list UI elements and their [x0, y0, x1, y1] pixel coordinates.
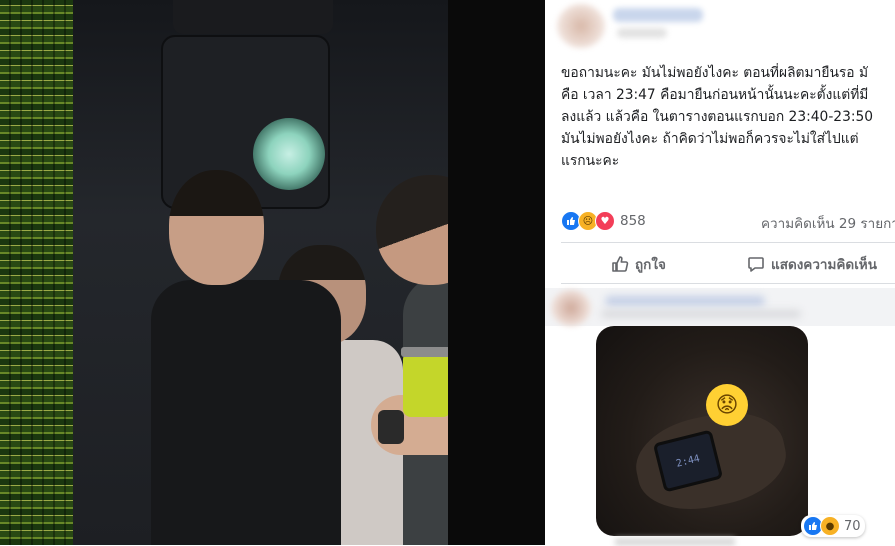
like-label: ถูกใจ [635, 257, 666, 273]
comment-bubble [545, 288, 895, 326]
comment-button[interactable]: แสดงความคิดเห็น [747, 253, 877, 275]
person-left-head [169, 170, 264, 285]
author-avatar[interactable] [557, 4, 605, 48]
post-actions: ถูกใจ แสดงความคิดเห็น [545, 243, 895, 283]
thumbs-up-icon [612, 256, 629, 272]
reaction-count: 858 [620, 213, 646, 229]
post-header [545, 0, 895, 55]
love-icon: ♥ [595, 211, 615, 231]
stage-lamp [253, 118, 325, 190]
commenter-avatar[interactable] [551, 290, 591, 326]
comments-count-link[interactable]: ความคิดเห็น 29 รายกา [761, 212, 895, 234]
worried-face-icon: 😟 [706, 384, 748, 426]
facebook-post: ขอถามนะคะ มันไม่พอยังไงคะ ตอนที่ผลิตมายื… [545, 0, 895, 546]
commenter-name-blurred[interactable] [605, 296, 765, 306]
post-timestamp-blurred[interactable] [617, 28, 667, 38]
wristwatch [378, 410, 404, 444]
stage-background [73, 0, 521, 545]
reaction-summary[interactable]: ☹ ♥ 858 [561, 210, 646, 232]
comment-reaction-count: 70 [844, 518, 861, 534]
comment-reaction-summary[interactable]: ● 70 [801, 515, 865, 537]
comment-label: แสดงความคิดเห็น [771, 257, 877, 273]
comment-text-blurred [601, 310, 801, 318]
person-left-jacket [151, 280, 341, 545]
photo-dark-area [448, 0, 545, 545]
tumbler-cup [401, 347, 453, 417]
comment-icon [748, 257, 764, 272]
led-screen [0, 0, 73, 545]
wow-icon: ● [820, 516, 840, 536]
post-text: ขอถามนะคะ มันไม่พอยังไงคะ ตอนที่ผลิตมายื… [561, 65, 874, 169]
stage-light-rig [173, 0, 333, 34]
comment-photo[interactable]: 2:44 😟 [596, 326, 808, 536]
like-button[interactable]: ถูกใจ [611, 253, 666, 275]
author-name-blurred[interactable] [613, 8, 703, 22]
event-photo[interactable] [0, 0, 545, 545]
divider-bottom [561, 283, 895, 284]
